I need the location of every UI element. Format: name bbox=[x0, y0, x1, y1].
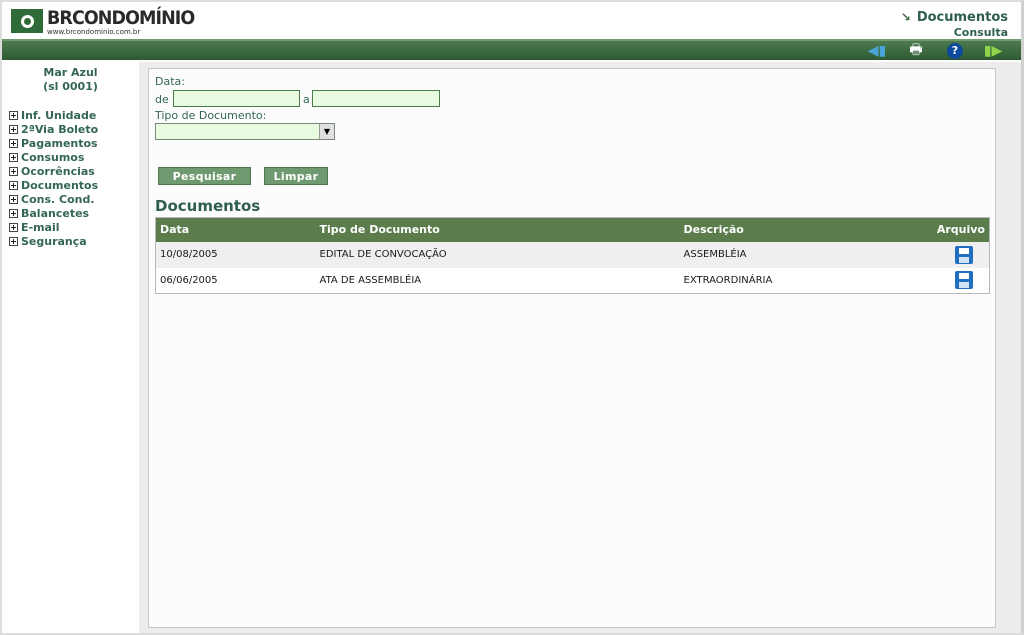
clear-button[interactable]: Limpar bbox=[264, 167, 328, 185]
expand-plus-icon[interactable] bbox=[9, 166, 18, 176]
sidebar-item-label[interactable]: Cons. Cond. bbox=[21, 193, 95, 206]
logo-mark-icon bbox=[11, 9, 43, 33]
date-to-input[interactable] bbox=[312, 90, 440, 107]
sidebar-item-label[interactable]: Pagamentos bbox=[21, 137, 98, 150]
expand-plus-icon[interactable] bbox=[9, 152, 18, 162]
header: BRCONDOMÍNIO www.brcondominio.com.br ↘ Do… bbox=[2, 2, 1021, 39]
sidebar-item-seguranca[interactable]: Segurança bbox=[9, 234, 98, 248]
cell-arquivo bbox=[920, 242, 990, 268]
sidebar-item-email[interactable]: E-mail bbox=[9, 220, 98, 234]
sidebar-item-cons-cond[interactable]: Cons. Cond. bbox=[9, 192, 98, 206]
cell-tipo: EDITAL DE CONVOCAÇÃO bbox=[319, 249, 447, 260]
unit-code: (sl 0001) bbox=[43, 80, 98, 93]
logo-url-text: www.brcondominio.com.br bbox=[47, 28, 141, 36]
sidebar-item-label[interactable]: Inf. Unidade bbox=[21, 109, 96, 122]
cell-tipo: ATA DE ASSEMBLÉIA bbox=[319, 274, 422, 286]
cell-descricao: EXTRAORDINÁRIA bbox=[683, 274, 773, 286]
date-from-input[interactable] bbox=[173, 90, 300, 107]
back-arrow-icon[interactable]: ◀▮ bbox=[867, 42, 887, 60]
page-heading: ↘ Documentos Consulta bbox=[901, 6, 1008, 39]
toolbar-bar: ◀▮ 🖶 ? ▮▶ bbox=[2, 39, 1021, 60]
expand-plus-icon[interactable] bbox=[9, 138, 18, 148]
sidebar-item-label[interactable]: Ocorrências bbox=[21, 165, 95, 178]
expand-plus-icon[interactable] bbox=[9, 180, 18, 190]
table-row: 10/08/2005 EDITAL DE CONVOCAÇÃO ASSEMBLÉ… bbox=[155, 241, 990, 268]
table-row: 06/06/2005 ATA DE ASSEMBLÉIA EXTRAORDINÁ… bbox=[155, 267, 990, 294]
expand-plus-icon[interactable] bbox=[9, 194, 18, 204]
documents-table: Data Tipo de Documento Descrição Arquivo… bbox=[155, 217, 990, 294]
cell-data: 10/08/2005 bbox=[160, 249, 218, 260]
sidebar-item-label[interactable]: Balancetes bbox=[21, 207, 89, 220]
sidebar-item-2via-boleto[interactable]: 2ªVia Boleto bbox=[9, 122, 98, 136]
expand-plus-icon[interactable] bbox=[9, 222, 18, 232]
sidebar-menu: Inf. Unidade 2ªVia Boleto Pagamentos Con… bbox=[9, 108, 98, 248]
sidebar-item-label[interactable]: Consumos bbox=[21, 151, 84, 164]
help-icon[interactable]: ? bbox=[945, 42, 965, 60]
download-disk-icon[interactable] bbox=[955, 271, 973, 290]
sidebar-item-documentos[interactable]: Documentos bbox=[9, 178, 98, 192]
document-type-select[interactable]: ▼ bbox=[155, 123, 335, 140]
unit-name: Mar Azul bbox=[43, 66, 98, 79]
expand-plus-icon[interactable] bbox=[9, 124, 18, 134]
content-panel: Data: de a Tipo de Documento: ▼ Pesquisa… bbox=[148, 68, 996, 628]
sidebar-item-pagamentos[interactable]: Pagamentos bbox=[9, 136, 98, 150]
expand-plus-icon[interactable] bbox=[9, 236, 18, 246]
browser-page: BRCONDOMÍNIO www.brcondominio.com.br ↘ Do… bbox=[0, 0, 1024, 635]
column-header-tipo[interactable]: Tipo de Documento bbox=[316, 218, 680, 242]
document-type-label: Tipo de Documento: bbox=[155, 109, 267, 122]
date-from-label: de bbox=[155, 93, 169, 106]
logo-brand-text: BRCONDOMÍNIO bbox=[47, 7, 195, 29]
sidebar-item-label[interactable]: 2ªVia Boleto bbox=[21, 123, 98, 136]
dropdown-arrow-icon[interactable]: ▼ bbox=[319, 124, 334, 139]
sidebar: Mar Azul (sl 0001) Inf. Unidade 2ªVia Bo… bbox=[2, 62, 139, 633]
cell-descricao: ASSEMBLÉIA bbox=[683, 249, 747, 260]
sidebar-item-consumos[interactable]: Consumos bbox=[9, 150, 98, 164]
column-header-descricao[interactable]: Descrição bbox=[680, 218, 920, 242]
cell-data: 06/06/2005 bbox=[160, 274, 218, 286]
expand-plus-icon[interactable] bbox=[9, 208, 18, 218]
exit-arrow-icon[interactable]: ▮▶ bbox=[983, 42, 1003, 60]
results-title: Documentos bbox=[155, 197, 261, 215]
page-subtitle: Consulta bbox=[953, 26, 1008, 39]
sidebar-item-inf-unidade[interactable]: Inf. Unidade bbox=[9, 108, 98, 122]
heading-arrow-icon: ↘ bbox=[900, 10, 911, 24]
expand-plus-icon[interactable] bbox=[9, 110, 18, 120]
table-header-row: Data Tipo de Documento Descrição Arquivo bbox=[155, 217, 990, 242]
date-to-label: a bbox=[303, 93, 310, 106]
date-label: Data: bbox=[155, 75, 185, 88]
sidebar-item-ocorrencias[interactable]: Ocorrências bbox=[9, 164, 98, 178]
unit-info: Mar Azul (sl 0001) bbox=[2, 66, 139, 94]
brcondominio-logo[interactable]: BRCONDOMÍNIO www.brcondominio.com.br bbox=[11, 7, 195, 36]
sidebar-item-label[interactable]: Segurança bbox=[21, 235, 87, 248]
column-header-data[interactable]: Data bbox=[156, 218, 316, 242]
sidebar-item-label[interactable]: Documentos bbox=[21, 179, 98, 192]
sidebar-item-label[interactable]: E-mail bbox=[21, 221, 60, 234]
cell-arquivo bbox=[920, 268, 990, 294]
download-disk-icon[interactable] bbox=[955, 245, 973, 264]
sidebar-item-balancetes[interactable]: Balancetes bbox=[9, 206, 98, 220]
printer-icon[interactable]: 🖶 bbox=[906, 42, 926, 60]
column-header-arquivo[interactable]: Arquivo bbox=[920, 218, 990, 242]
search-button[interactable]: Pesquisar bbox=[158, 167, 251, 185]
page-title: Documentos bbox=[916, 10, 1008, 25]
